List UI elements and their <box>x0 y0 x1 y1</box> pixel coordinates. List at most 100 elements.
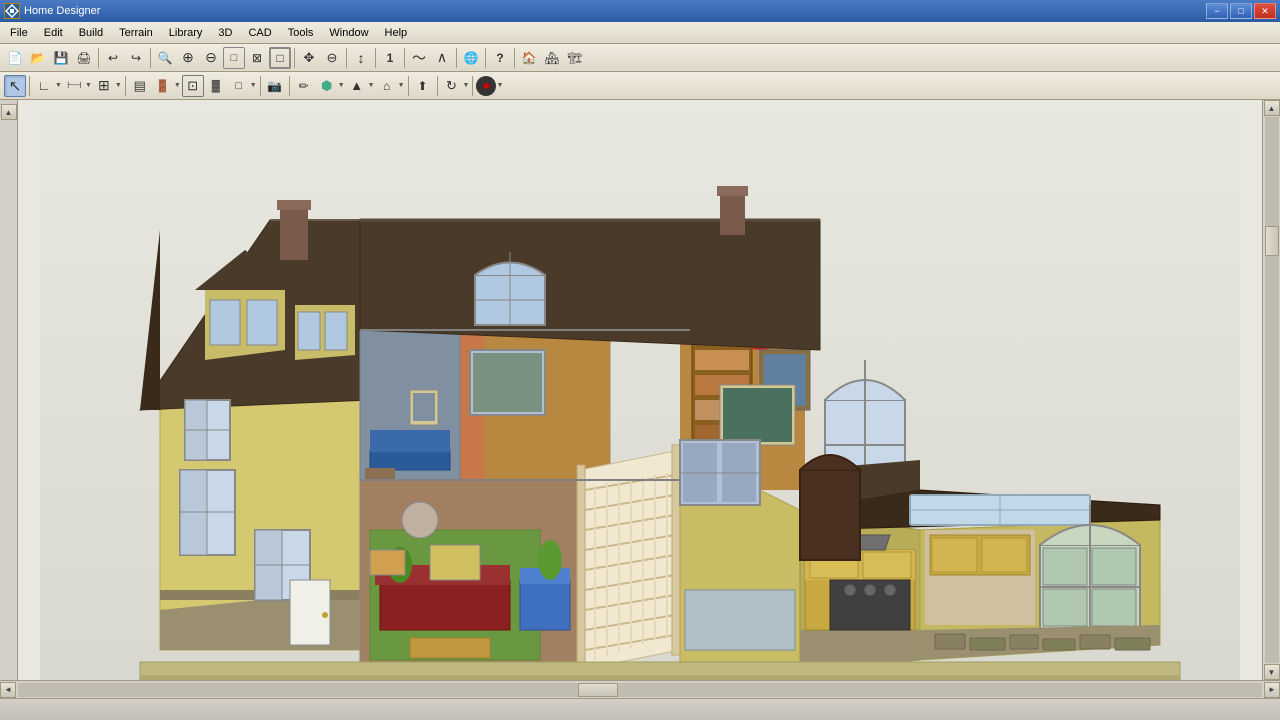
scroll-track[interactable] <box>1265 117 1279 663</box>
sep1 <box>98 48 99 68</box>
menu-build[interactable]: Build <box>71 25 111 41</box>
angle-button[interactable]: ∟ <box>33 75 55 97</box>
record-button[interactable]: ⏺ <box>476 76 496 96</box>
roof-dropdown[interactable]: ▼ <box>398 82 405 89</box>
plant-button[interactable]: ▲ <box>346 75 368 97</box>
maximize-button[interactable]: □ <box>1230 3 1252 19</box>
wave-button[interactable]: 〜 <box>408 47 430 69</box>
hscroll-track[interactable] <box>18 683 1262 697</box>
sep2 <box>150 48 151 68</box>
num1-button[interactable]: 1 <box>379 47 401 69</box>
globe-button[interactable]: 🌐 <box>460 47 482 69</box>
menu-help[interactable]: Help <box>377 25 416 41</box>
menu-window[interactable]: Window <box>321 25 376 41</box>
house1-button[interactable]: 🏠 <box>518 47 540 69</box>
tsep5 <box>408 76 409 96</box>
hscroll-thumb[interactable] <box>578 683 618 697</box>
new-button[interactable]: 📄 <box>4 47 26 69</box>
sep5 <box>375 48 376 68</box>
sep4 <box>346 48 347 68</box>
dim-dropdown[interactable]: ▼ <box>85 82 92 89</box>
room-group: □ ▼ <box>228 75 257 97</box>
menu-tools[interactable]: Tools <box>280 25 322 41</box>
room-dropdown[interactable]: ▼ <box>250 82 257 89</box>
titlebar: Home Designer − □ ✕ <box>0 0 1280 22</box>
camera-button[interactable]: 📷 <box>264 75 286 97</box>
ruler-button[interactable]: ⬢ <box>316 75 338 97</box>
angle-dropdown[interactable]: ▼ <box>55 82 62 89</box>
scroll-thumb[interactable] <box>1265 226 1279 256</box>
help-button[interactable]: ? <box>489 47 511 69</box>
menu-edit[interactable]: Edit <box>36 25 71 41</box>
rotate-group: ↻ ▼ <box>441 75 470 97</box>
menu-cad[interactable]: CAD <box>240 25 279 41</box>
grid-button[interactable]: ⊞ <box>93 75 115 97</box>
left-top-btn[interactable]: ▲ <box>1 104 17 120</box>
grid-group: ⊞ ▼ <box>93 75 122 97</box>
menu-terrain[interactable]: Terrain <box>111 25 161 41</box>
peak-button[interactable]: ∧ <box>431 47 453 69</box>
up-button[interactable]: ⬆ <box>412 75 434 97</box>
scroll-left-button[interactable]: ◄ <box>0 682 16 698</box>
window-button[interactable]: ⊡ <box>182 75 204 97</box>
undo-button[interactable]: ↩ <box>102 47 124 69</box>
rotate-dropdown[interactable]: ▼ <box>463 82 470 89</box>
wall-button[interactable]: ▤ <box>129 75 151 97</box>
right-scrollbar: ▲ ▼ <box>1262 100 1280 680</box>
plant-dropdown[interactable]: ▼ <box>368 82 375 89</box>
house2-button[interactable]: 🏘 <box>541 47 563 69</box>
print-button[interactable]: 🖨 <box>73 47 95 69</box>
scroll-up-button[interactable]: ▲ <box>1264 100 1280 116</box>
close-button[interactable]: ✕ <box>1254 3 1276 19</box>
pan-button[interactable]: ✥ <box>298 47 320 69</box>
redo-button[interactable]: ↪ <box>125 47 147 69</box>
tsep2 <box>125 76 126 96</box>
roof-button[interactable]: ⌂ <box>376 75 398 97</box>
tsep7 <box>472 76 473 96</box>
rotate-button[interactable]: ↻ <box>441 75 463 97</box>
window-controls: − □ ✕ <box>1206 3 1276 19</box>
room-button[interactable]: □ <box>228 75 250 97</box>
house-svg <box>40 100 1240 680</box>
door-dropdown[interactable]: ▼ <box>174 82 181 89</box>
dim-button[interactable]: ⊢⊣ <box>63 75 85 97</box>
pencil-button[interactable]: ✏ <box>293 75 315 97</box>
arrow-button[interactable]: ↕ <box>350 47 372 69</box>
app-title: Home Designer <box>24 5 1206 17</box>
find-button[interactable]: 🔍 <box>154 47 176 69</box>
plant-group: ▲ ▼ <box>346 75 375 97</box>
door-group: 🚪 ▼ <box>152 75 181 97</box>
toolbar2: ↖ ∟ ▼ ⊢⊣ ▼ ⊞ ▼ ▤ 🚪 ▼ ⊡ ▓ □ ▼ 📷 ✏ ⬢ ▼ ▲ ▼… <box>0 72 1280 100</box>
menu-file[interactable]: File <box>2 25 36 41</box>
menu-3d[interactable]: 3D <box>210 25 240 41</box>
select-button[interactable]: ↖ <box>4 75 26 97</box>
fitpage-button[interactable]: □ <box>223 47 245 69</box>
fitwin-button[interactable]: ⊠ <box>246 47 268 69</box>
zoomin-button[interactable]: ⊕ <box>177 47 199 69</box>
panminus-button[interactable]: ⊖ <box>321 47 343 69</box>
scroll-down-button[interactable]: ▼ <box>1264 664 1280 680</box>
menu-library[interactable]: Library <box>161 25 211 41</box>
tsep3 <box>260 76 261 96</box>
zoomout-button[interactable]: ⊖ <box>200 47 222 69</box>
minimize-button[interactable]: − <box>1206 3 1228 19</box>
stair-button[interactable]: ▓ <box>205 75 227 97</box>
grid-dropdown[interactable]: ▼ <box>115 82 122 89</box>
left-sidebar: ▲ <box>0 100 18 680</box>
house3-button[interactable]: 🏗 <box>564 47 586 69</box>
open-button[interactable]: 📂 <box>27 47 49 69</box>
zoombox-button[interactable]: □ <box>269 47 291 69</box>
scroll-right-button[interactable]: ► <box>1264 682 1280 698</box>
ruler-group: ⬢ ▼ <box>316 75 345 97</box>
door-button[interactable]: 🚪 <box>152 75 174 97</box>
sep6 <box>404 48 405 68</box>
record-dropdown[interactable]: ▼ <box>496 82 503 89</box>
toolbar1: 📄 📂 💾 🖨 ↩ ↪ 🔍 ⊕ ⊖ □ ⊠ □ ✥ ⊖ ↕ 1 〜 ∧ 🌐 ? … <box>0 44 1280 72</box>
dim-group: ⊢⊣ ▼ <box>63 75 92 97</box>
sep8 <box>485 48 486 68</box>
save-button[interactable]: 💾 <box>50 47 72 69</box>
ruler-dropdown[interactable]: ▼ <box>338 82 345 89</box>
tsep6 <box>437 76 438 96</box>
canvas-area[interactable] <box>18 100 1262 680</box>
bottom-scrollbar: ◄ ► <box>0 680 1280 698</box>
